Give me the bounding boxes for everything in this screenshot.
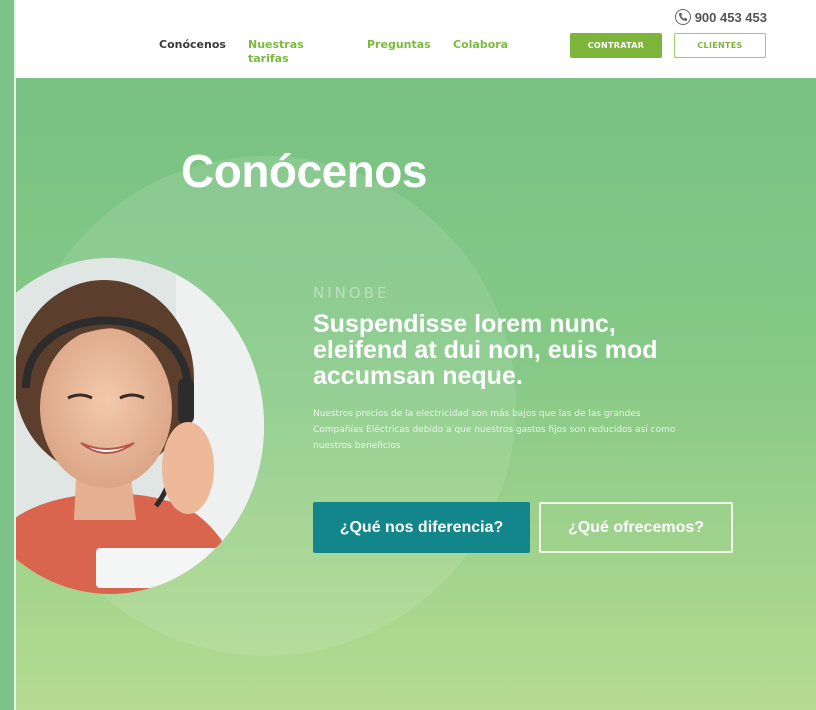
nav-item-conocenos[interactable]: Conócenos — [159, 38, 226, 52]
phone-contact[interactable]: 900 453 453 — [674, 9, 767, 25]
phone-icon — [674, 9, 691, 25]
hero-headline: Suspendisse lorem nunc, eleifend at dui … — [313, 310, 658, 390]
brand-logo: NINOBE — [313, 284, 390, 302]
hero-section: Conócenos NINOBE Suspendisse lorem nunc,… — [16, 78, 816, 710]
contratar-button[interactable]: CONTRATAR — [570, 33, 662, 58]
page-title: Conócenos — [181, 145, 427, 197]
hero-description: Nuestros precios de la electricidad son … — [313, 409, 676, 451]
nav-item-colabora[interactable]: Colabora — [453, 38, 508, 52]
site-header: 900 453 453 Conócenos Nuestras tarifas P… — [16, 0, 816, 78]
nav-item-preguntas[interactable]: Preguntas — [367, 38, 431, 52]
que-ofrecemos-button[interactable]: ¿Qué ofrecemos? — [539, 502, 733, 553]
nav-item-nuestras-tarifas[interactable]: Nuestras tarifas — [248, 38, 304, 65]
clientes-button[interactable]: CLIENTES — [674, 33, 766, 58]
left-edge-strip — [0, 0, 14, 710]
phone-number: 900 453 453 — [694, 9, 767, 25]
que-nos-diferencia-button[interactable]: ¿Qué nos diferencia? — [313, 502, 530, 553]
